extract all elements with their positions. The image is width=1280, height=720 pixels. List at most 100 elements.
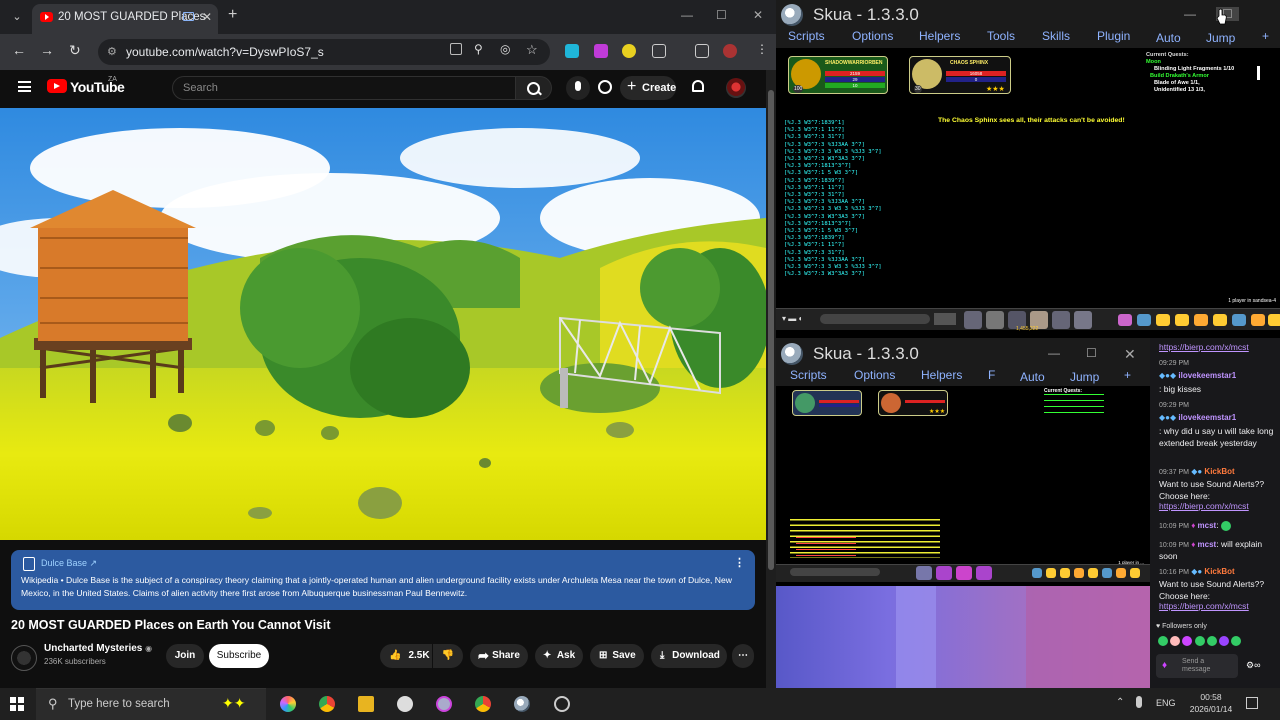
menu-icon-house[interactable] [1194, 314, 1208, 326]
chat-input-bar[interactable] [820, 314, 930, 324]
maximize-icon[interactable]: ☐ [716, 8, 727, 22]
back-icon[interactable]: ← [12, 42, 26, 58]
skua2-menu-scripts[interactable]: Scripts [790, 368, 827, 382]
second-menu-icon-2[interactable] [1046, 568, 1056, 578]
extension-translate-icon[interactable] [565, 44, 579, 58]
skua-second-maximize-icon[interactable]: ☐ [1086, 346, 1097, 360]
extensions-puzzle-icon[interactable] [652, 44, 666, 58]
profile-icon[interactable] [723, 44, 737, 58]
page-scrollbar[interactable] [766, 70, 776, 688]
tab-youtube[interactable]: 20 MOST GUARDED Places ✕ [32, 4, 218, 34]
subscribe-button[interactable]: Subscribe [209, 644, 269, 668]
chat-username[interactable]: mcst [1198, 521, 1217, 530]
emote-icon[interactable] [1170, 636, 1181, 646]
menu-icon-book[interactable] [1213, 314, 1227, 326]
skua2-menu-auto[interactable]: Auto [1020, 370, 1045, 384]
second-skill-4-icon[interactable] [976, 566, 992, 580]
emote-icon[interactable] [1219, 636, 1230, 646]
second-skill-2-icon[interactable] [936, 566, 952, 580]
chat-settings-icon[interactable]: ⚙∞ [1246, 660, 1260, 671]
menu-icon-extra[interactable] [1268, 314, 1280, 326]
skua-menu-helpers[interactable]: Helpers [919, 29, 960, 43]
taskbar-copilot-icon[interactable] [280, 696, 296, 712]
emote-icon[interactable] [1158, 636, 1168, 646]
emote-icon[interactable] [1206, 636, 1217, 646]
tray-clock[interactable]: 00:58 2026/01/14 [1186, 691, 1236, 715]
second-chat-input[interactable] [790, 568, 880, 576]
taskbar-chrome-icon[interactable] [319, 696, 335, 712]
second-menu-icon-5[interactable] [1088, 568, 1098, 578]
skill-slot-2-icon[interactable] [986, 311, 1004, 329]
youtube-logo-icon[interactable] [47, 79, 67, 93]
site-info-icon[interactable]: ⚙ [107, 39, 117, 65]
skua-menu-plugin[interactable]: Plugin [1097, 29, 1130, 43]
voice-search-icon[interactable] [566, 76, 590, 100]
chat-link[interactable]: https://bierp.com/x/mcst [1159, 501, 1249, 511]
skua2-menu-jump[interactable]: Jump [1070, 370, 1099, 384]
quest-scrollbar[interactable] [1257, 66, 1260, 80]
menu-icon-mail[interactable] [1251, 314, 1265, 326]
channel-avatar[interactable] [11, 645, 37, 671]
taskbar-snipping-icon[interactable] [436, 696, 452, 712]
notifications-icon[interactable] [1246, 697, 1258, 709]
skua-second-close-icon[interactable]: ✕ [1124, 346, 1136, 363]
skua-menu-scripts[interactable]: Scripts [788, 29, 825, 43]
taskbar-search-box[interactable]: ⚲ Type here to search ✦✦ [36, 688, 266, 720]
skua-second-minimize-icon[interactable]: — [1048, 346, 1060, 360]
skua-menu-add[interactable]: + [1262, 29, 1269, 43]
eye-off-icon[interactable]: ◎ [500, 42, 510, 56]
skua-menu-skills[interactable]: Skills [1042, 29, 1070, 43]
menu-icon-settings[interactable] [1232, 314, 1246, 326]
tab-close-icon[interactable]: ✕ [202, 4, 212, 30]
chat-username[interactable]: KickBot [1204, 567, 1234, 576]
tray-chevron-icon[interactable]: ⌃ [1116, 697, 1124, 708]
skua-menu-jump[interactable]: Jump [1206, 31, 1235, 45]
skill-slot-6-icon[interactable] [1074, 311, 1092, 329]
minimize-icon[interactable]: — [681, 8, 693, 22]
menu-hamburger-icon[interactable] [18, 81, 31, 92]
search-input[interactable]: Search [172, 76, 516, 100]
chat-username[interactable]: ilovekeemstar1 [1178, 371, 1236, 380]
skua-menu-auto[interactable]: Auto [1156, 31, 1181, 45]
action-bar-icons[interactable]: ▾ ▬ ◐ [782, 314, 803, 323]
extension-yellow-icon[interactable] [622, 44, 636, 58]
menu-icon-map[interactable] [1137, 314, 1151, 326]
menu-icon-friends[interactable] [1175, 314, 1189, 326]
chat-link[interactable]: https://bierp.com/x/mcst [1159, 342, 1249, 352]
video-player[interactable] [0, 108, 766, 540]
menu-icon-quest[interactable] [1156, 314, 1170, 326]
info-panel[interactable]: Dulce Base ↗ Wikipedia • Dulce Base is t… [11, 550, 755, 610]
skua2-menu-options[interactable]: Options [854, 368, 895, 382]
chat-username[interactable]: mcst [1198, 540, 1217, 549]
second-menu-icon-7[interactable] [1116, 568, 1126, 578]
save-button[interactable]: ⊞ Save [590, 644, 644, 668]
menu-icon-bag[interactable] [1118, 314, 1132, 326]
skill-slot-5-icon[interactable] [1052, 311, 1070, 329]
zoom-icon[interactable]: ⚲ [474, 42, 483, 56]
skua2-menu-add[interactable]: + [1124, 368, 1131, 382]
skua2-menu-f[interactable]: F [988, 368, 995, 382]
ai-sparkle-icon[interactable] [598, 80, 612, 94]
chat-username[interactable]: ilovekeemstar1 [1178, 413, 1236, 422]
taskbar-chrome-2-icon[interactable] [475, 696, 491, 712]
taskbar-settings-icon[interactable] [554, 696, 570, 712]
taskbar-skua-icon[interactable] [514, 696, 530, 712]
new-tab-button[interactable]: + [228, 6, 237, 24]
chat-username[interactable]: KickBot [1204, 467, 1234, 476]
second-menu-icon-4[interactable] [1074, 568, 1084, 578]
taskbar-obs-icon[interactable] [397, 696, 413, 712]
tab-search-icon[interactable]: ⌄ [7, 7, 27, 27]
tray-language[interactable]: ENG [1156, 698, 1176, 708]
emote-icon[interactable] [1231, 636, 1242, 646]
download-button[interactable]: ⤓ Download [651, 644, 727, 668]
emote-icon[interactable] [1182, 636, 1193, 646]
skua-main-minimize-icon[interactable]: — [1184, 7, 1196, 21]
tray-mic-icon[interactable] [1136, 696, 1142, 708]
skill-slot-1-icon[interactable] [964, 311, 982, 329]
channel-name[interactable]: Uncharted Mysteries ◉ [44, 643, 152, 654]
share-button[interactable]: ➦ Share [470, 644, 528, 668]
search-button[interactable] [516, 76, 552, 100]
like-button[interactable]: 👍 2.5K [380, 644, 432, 668]
forward-icon[interactable]: → [40, 42, 54, 58]
bookmark-star-icon[interactable]: ☆ [526, 42, 538, 58]
